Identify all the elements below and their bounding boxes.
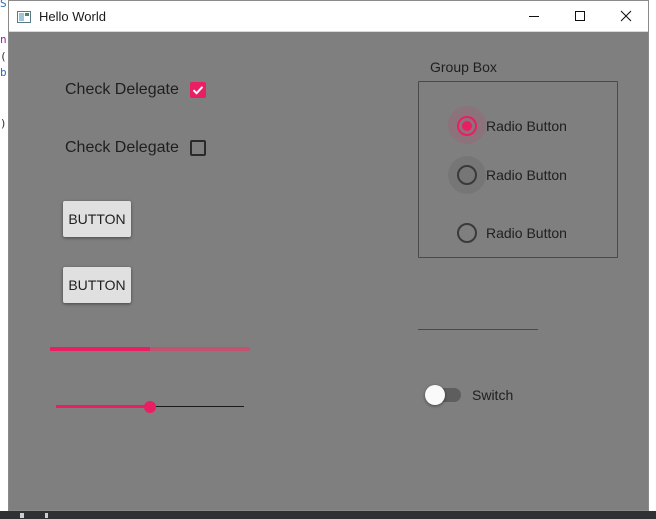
slider-fill — [56, 405, 150, 408]
slider-handle[interactable] — [144, 401, 156, 413]
radio-button-2[interactable] — [457, 165, 477, 185]
radio-button-label: Radio Button — [486, 225, 567, 241]
radio-button-label: Radio Button — [486, 118, 567, 134]
background-editor-char: n — [0, 33, 7, 46]
background-strip-mark — [45, 513, 48, 518]
progress-bar — [50, 347, 250, 351]
button-2[interactable]: BUTTON — [63, 267, 131, 303]
maximize-button[interactable] — [557, 1, 603, 31]
background-strip-mark — [20, 513, 24, 518]
background-editor-char: ( — [0, 50, 7, 63]
radio-button-label: Radio Button — [486, 167, 567, 183]
background-editor: S n ( b ) — [0, 0, 8, 519]
check-delegate-checkbox-checked[interactable] — [190, 82, 206, 98]
check-delegate-checkbox-unchecked[interactable] — [190, 140, 206, 156]
switch-thumb[interactable] — [425, 385, 445, 405]
switch-label: Switch — [472, 387, 514, 403]
separator — [418, 329, 538, 330]
radio-dot — [462, 121, 472, 131]
app-window: Hello World Check Delegate Check Delegat… — [8, 0, 649, 511]
close-icon — [620, 10, 632, 22]
check-delegate-label: Check Delegate — [65, 139, 179, 156]
check-icon — [192, 86, 204, 95]
title-bar[interactable]: Hello World — [9, 1, 648, 32]
radio-button-3[interactable] — [457, 223, 477, 243]
group-box-title: Group Box — [430, 59, 497, 75]
minimize-icon — [529, 16, 539, 17]
radio-button-1[interactable] — [457, 116, 477, 136]
background-editor-char: ) — [0, 117, 7, 130]
check-delegate-label: Check Delegate — [65, 81, 179, 98]
progress-bar-fill — [50, 347, 150, 351]
close-button[interactable] — [603, 1, 649, 31]
background-taskbar-strip — [0, 511, 656, 519]
window-title: Hello World — [39, 9, 106, 24]
button-1[interactable]: BUTTON — [63, 201, 131, 237]
background-editor-char: S — [0, 0, 7, 10]
app-icon — [17, 10, 31, 23]
maximize-icon — [575, 11, 585, 21]
minimize-button[interactable] — [511, 1, 557, 31]
background-editor-char: b — [0, 66, 7, 79]
